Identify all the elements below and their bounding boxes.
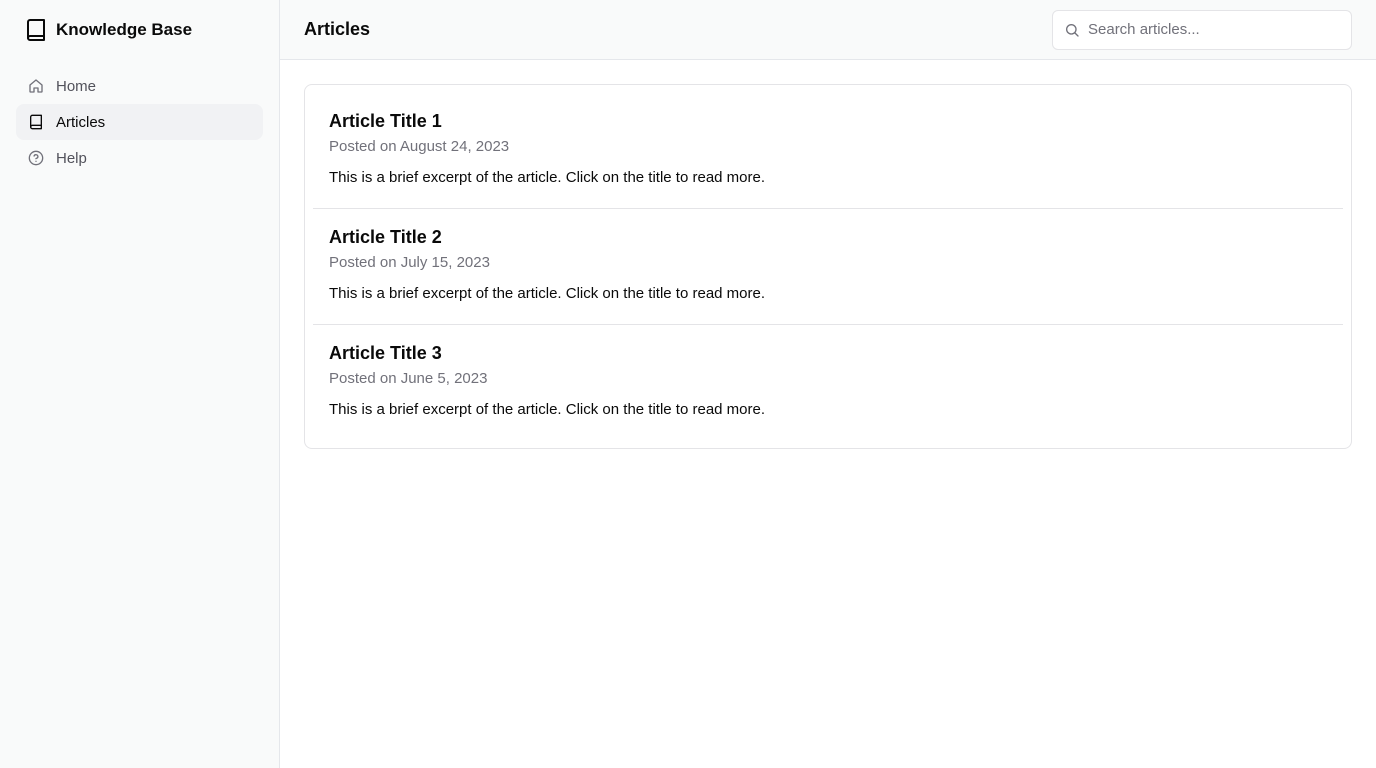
- sidebar-item-help[interactable]: Help: [16, 140, 263, 176]
- article-date: Posted on June 5, 2023: [329, 370, 488, 387]
- sidebar-item-home[interactable]: Home: [16, 68, 263, 104]
- main: Articles Article Title 1 Posted on Augus…: [280, 0, 1376, 768]
- search-box[interactable]: [1052, 9, 1352, 50]
- sidebar-item-label: Articles: [56, 113, 106, 131]
- articles-list: Article Title 1 Posted on August 24, 202…: [304, 84, 1352, 449]
- article-date: Posted on July 15, 2023: [329, 254, 490, 271]
- sidebar-item-label: Home: [56, 77, 97, 95]
- search-input[interactable]: [1088, 21, 1340, 38]
- list-item: Article Title 1 Posted on August 24, 202…: [313, 93, 1343, 208]
- article-title-link[interactable]: Article Title 2: [329, 227, 442, 248]
- article-title-link[interactable]: Article Title 3: [329, 343, 442, 364]
- book-icon: [26, 19, 46, 41]
- sidebar: Knowledge Base Home Articles Help: [0, 0, 280, 768]
- list-item: Article Title 3 Posted on June 5, 2023 T…: [313, 324, 1343, 440]
- page-title: Articles: [304, 19, 371, 39]
- article-excerpt: This is a brief excerpt of the article. …: [329, 401, 766, 418]
- brand-title: Knowledge Base: [56, 20, 193, 39]
- help-circle-icon: [28, 150, 44, 166]
- home-icon: [28, 78, 44, 94]
- content: Article Title 1 Posted on August 24, 202…: [280, 60, 1376, 473]
- sidebar-item-articles[interactable]: Articles: [16, 104, 263, 140]
- article-excerpt: This is a brief excerpt of the article. …: [329, 169, 766, 186]
- article-title-link[interactable]: Article Title 1: [329, 111, 442, 132]
- article-excerpt: This is a brief excerpt of the article. …: [329, 285, 766, 302]
- brand[interactable]: Knowledge Base: [16, 0, 263, 60]
- list-item: Article Title 2 Posted on July 15, 2023 …: [313, 208, 1343, 324]
- sidebar-item-label: Help: [56, 149, 87, 167]
- search-icon: [1064, 22, 1080, 38]
- sidebar-nav: Home Articles Help: [16, 68, 263, 176]
- topbar: Articles: [280, 0, 1376, 60]
- app: Knowledge Base Home Articles Help Articl…: [0, 0, 1376, 768]
- book-icon: [28, 114, 44, 130]
- article-date: Posted on August 24, 2023: [329, 138, 510, 155]
